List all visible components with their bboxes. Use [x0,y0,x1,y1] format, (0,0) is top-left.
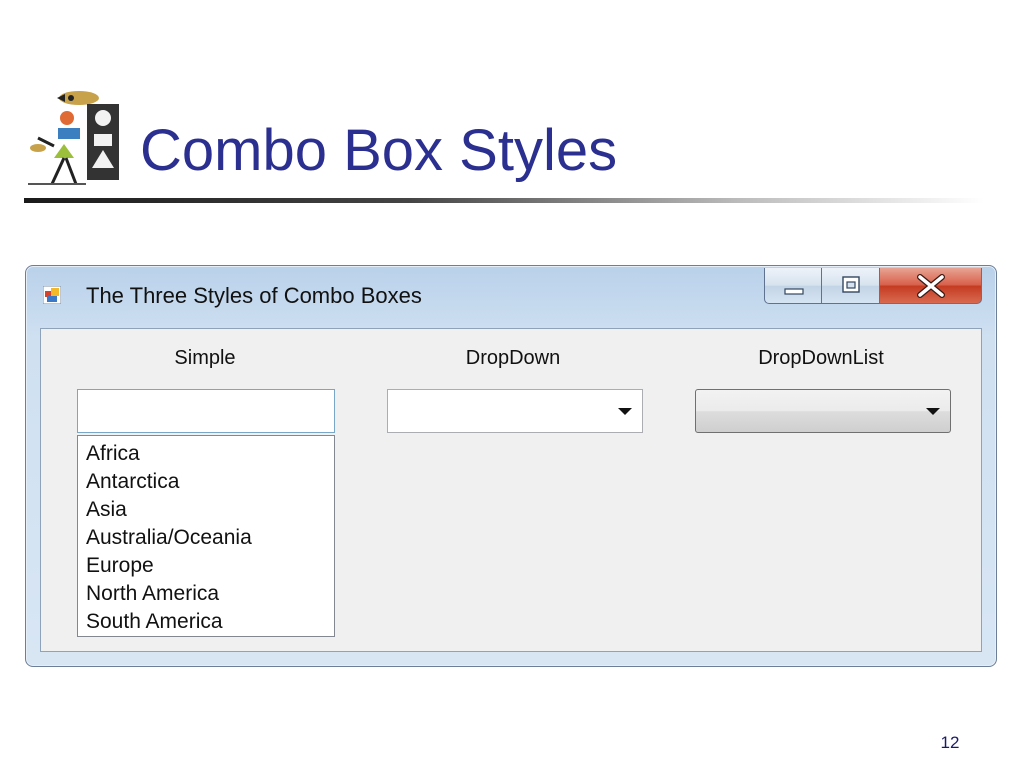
app-icon[interactable] [43,286,61,304]
list-item[interactable]: Australia/Oceania [86,524,334,552]
minimize-button[interactable] [764,268,822,304]
clip-art-logo [28,91,119,185]
simple-label: Simple [174,347,236,369]
dropdownlist-label: DropDownList [758,347,884,369]
app-window: The Three Styles of Combo Boxes Simple D… [25,265,997,667]
list-item[interactable]: Africa [86,440,334,468]
list-item[interactable]: South America [86,608,334,636]
list-item[interactable]: Antarctica [86,468,334,496]
caption-buttons [764,268,982,306]
minimize-icon [784,288,804,295]
close-icon [917,274,945,298]
simple-combo-list[interactable]: Africa Antarctica Asia Australia/Oceania… [77,435,335,637]
chevron-down-icon[interactable] [926,408,940,415]
title-divider [24,198,984,203]
window-client-area: Simple DropDown DropDownList Africa Anta… [40,328,982,652]
simple-combo-input[interactable] [77,389,335,433]
chevron-down-icon[interactable] [618,408,632,415]
close-button[interactable] [880,268,982,304]
maximize-button[interactable] [822,268,880,304]
list-item[interactable]: North America [86,580,334,608]
window-title: The Three Styles of Combo Boxes [86,283,422,308]
dropdown-combo[interactable] [387,389,643,433]
dropdown-label: DropDown [465,347,561,369]
slide-number: 12 [940,733,960,752]
dropdownlist-combo[interactable] [695,389,951,433]
window-titlebar[interactable]: The Three Styles of Combo Boxes [26,266,996,328]
list-item[interactable]: Europe [86,552,334,580]
slide-title: Combo Box Styles [140,118,618,183]
restore-icon [842,276,860,293]
list-item[interactable]: Asia [86,496,334,524]
